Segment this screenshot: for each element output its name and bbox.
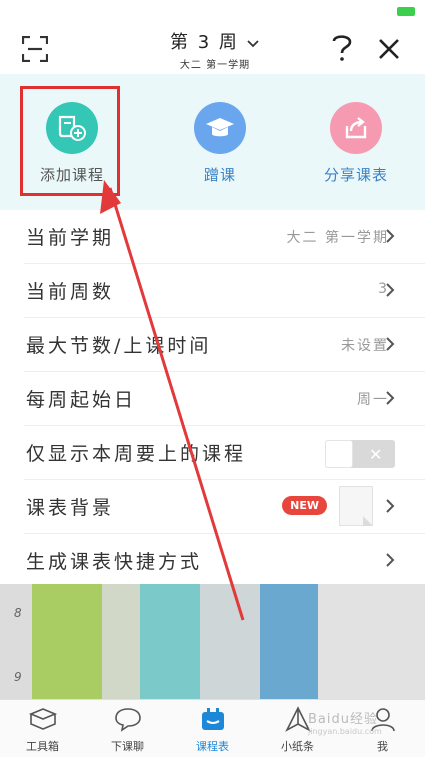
toggle-knob: [325, 440, 353, 468]
course-block: [318, 584, 425, 699]
watermark-text: Baidu经验: [308, 712, 378, 727]
week-start-row[interactable]: 每周起始日 周一: [24, 372, 425, 426]
question-icon: [332, 35, 352, 61]
week-selector[interactable]: 第 3 周 大二 第一学期: [160, 28, 270, 71]
settings-list: 当前学期 大二 第一学期 当前周数 3 最大节数/上课时间 未设置 每周起始日 …: [0, 210, 425, 587]
tab-chat[interactable]: 下课聊: [85, 700, 170, 757]
share-schedule-button[interactable]: 分享课表: [296, 74, 416, 210]
new-badge: NEW: [282, 496, 327, 515]
share-schedule-label: 分享课表: [323, 166, 388, 184]
chevron-right-icon: [386, 391, 395, 405]
tab-schedule[interactable]: 课程表: [170, 700, 255, 757]
help-button[interactable]: [330, 32, 354, 64]
watermark: Baidu经验 jingyan.baidu.com: [308, 708, 382, 736]
status-bar: [0, 0, 425, 22]
chevron-down-icon: [247, 39, 259, 47]
row-label: 当前学期: [26, 227, 115, 249]
course-block: [102, 584, 140, 699]
only-this-week-toggle[interactable]: ✕: [325, 440, 395, 468]
max-periods-row[interactable]: 最大节数/上课时间 未设置: [24, 318, 425, 372]
hour-label: 9: [14, 670, 22, 684]
chevron-right-icon: [386, 499, 395, 513]
scan-icon: [21, 35, 49, 63]
row-label: 每周起始日: [26, 389, 137, 411]
row-label: 当前周数: [26, 281, 115, 303]
current-week-row[interactable]: 当前周数 3: [24, 264, 425, 318]
audit-class-label: 蹭课: [203, 166, 236, 184]
timetable-preview: 8 9: [0, 584, 425, 699]
tab-label: 工具箱: [26, 740, 59, 753]
hour-label: 8: [14, 606, 22, 620]
background-row[interactable]: 课表背景 NEW: [24, 480, 425, 534]
watermark-subtext: jingyan.baidu.com: [308, 727, 382, 736]
shortcut-row[interactable]: 生成课表快捷方式: [24, 534, 425, 587]
row-label: 生成课表快捷方式: [26, 551, 203, 573]
only-this-week-row: 仅显示本周要上的课程 ✕: [24, 426, 425, 480]
chevron-right-icon: [386, 337, 395, 351]
battery-icon: [397, 7, 415, 16]
row-label: 课表背景: [26, 497, 115, 519]
off-x-icon: ✕: [369, 445, 383, 464]
audit-class-button[interactable]: 蹭课: [160, 74, 280, 210]
course-block: [200, 584, 260, 699]
tab-label: 小纸条: [281, 740, 314, 753]
chat-bubble-icon: [114, 708, 141, 732]
row-value: 大二 第一学期: [286, 230, 389, 246]
highlight-annotation: [20, 86, 120, 196]
toolbox-icon: [28, 708, 57, 730]
semester-subtitle: 大二 第一学期: [179, 60, 251, 71]
course-block: [32, 584, 102, 699]
row-label: 最大节数/上课时间: [26, 335, 212, 357]
week-title: 第 3 周: [170, 32, 239, 53]
background-preview-icon: [339, 486, 373, 526]
tab-toolbox[interactable]: 工具箱: [0, 700, 85, 757]
course-block: [260, 584, 318, 699]
chevron-right-icon: [386, 229, 395, 243]
chevron-right-icon: [386, 553, 395, 567]
close-button[interactable]: [376, 36, 402, 62]
graduation-cap-icon: [194, 102, 246, 154]
chevron-right-icon: [386, 283, 395, 297]
tab-label: 课程表: [196, 740, 229, 753]
share-icon: [330, 102, 382, 154]
row-value: 未设置: [341, 338, 389, 354]
tab-label: 下课聊: [111, 740, 144, 753]
row-label: 仅显示本周要上的课程: [26, 443, 247, 465]
scan-button[interactable]: [21, 35, 49, 63]
tab-label: 我: [377, 740, 388, 753]
current-semester-row[interactable]: 当前学期 大二 第一学期: [24, 210, 425, 264]
course-block: [140, 584, 200, 699]
schedule-icon: [201, 708, 224, 730]
header: 第 3 周 大二 第一学期: [0, 22, 425, 74]
close-icon: [379, 39, 399, 59]
